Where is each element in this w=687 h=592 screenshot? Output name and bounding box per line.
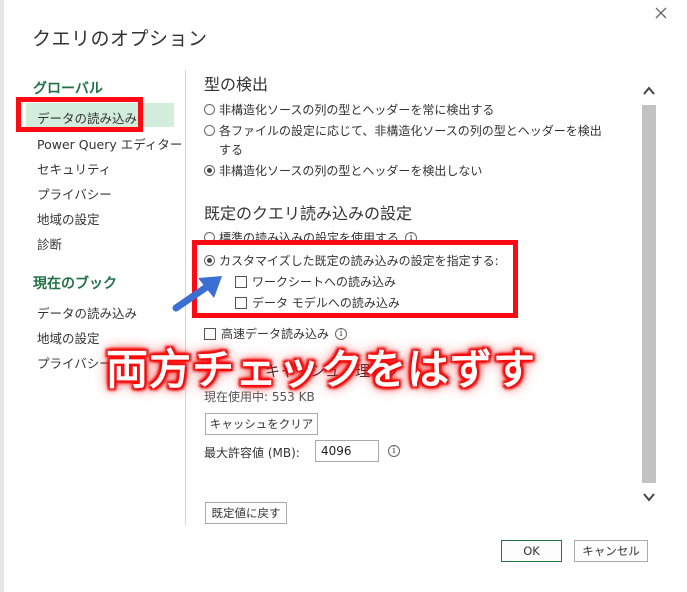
ok-button[interactable]: OK — [501, 540, 562, 562]
radio-button[interactable] — [204, 125, 215, 136]
type-detect-always-option[interactable]: 非構造化ソースの列の型とヘッダーを常に検出する — [204, 101, 494, 118]
chevron-up-icon[interactable] — [641, 84, 657, 98]
sidebar-item-power-query-editor[interactable]: Power Query エディター — [37, 134, 182, 153]
standard-load-option[interactable]: 標準の読み込みの設定を使用する i — [204, 229, 418, 246]
sidebar-item-book-privacy[interactable]: プライバシー — [37, 353, 112, 372]
radio-button-selected[interactable] — [204, 255, 215, 266]
default-load-title: 既定のクエリ読み込みの設定 — [204, 204, 413, 223]
type-detect-per-file-option-line2: する — [219, 143, 244, 157]
checkbox[interactable] — [235, 296, 247, 309]
type-detect-never-option[interactable]: 非構造化ソースの列の型とヘッダーを検出しない — [204, 162, 482, 179]
sidebar-item-privacy[interactable]: プライバシー — [37, 184, 112, 203]
query-options-dialog: クエリのオプション グローバル データの読み込み Power Query エディ… — [0, 0, 687, 592]
radio-button[interactable] — [204, 104, 215, 115]
sidebar-item-security[interactable]: セキュリティ — [37, 159, 111, 178]
sidebar-item-regional-settings[interactable]: 地域の設定 — [37, 209, 100, 228]
sidebar-item-book-regional-settings[interactable]: 地域の設定 — [37, 328, 100, 347]
info-icon: i — [405, 231, 418, 244]
datamodel-load-checkbox[interactable]: データ モデルへの読み込み — [235, 294, 400, 311]
max-cache-label: 最大許容値 (MB): — [204, 446, 300, 460]
radio-button-selected[interactable] — [204, 165, 215, 176]
close-icon[interactable] — [650, 2, 672, 24]
dialog-title: クエリのオプション — [32, 28, 208, 50]
checkbox[interactable] — [235, 275, 247, 288]
sidebar-item-global-data-load[interactable]: データの読み込み — [37, 108, 137, 127]
chevron-down-icon[interactable] — [641, 490, 657, 504]
worksheet-load-checkbox[interactable]: ワークシートへの読み込み — [235, 273, 396, 290]
radio-button[interactable] — [204, 232, 215, 243]
blue-arrow-icon — [172, 276, 222, 312]
clear-cache-button[interactable]: キャッシュをクリア — [205, 413, 318, 435]
annotation-text: 両方チェックをはずす — [106, 345, 537, 394]
sidebar-header-current-book: 現在のブック — [33, 276, 117, 292]
restore-defaults-button[interactable]: 既定値に戻す — [205, 502, 287, 524]
type-detection-title: 型の検出 — [204, 75, 269, 94]
window-edge — [0, 0, 4, 592]
sidebar-header-global: グローバル — [33, 81, 103, 97]
sidebar-item-diagnostics[interactable]: 診断 — [37, 234, 62, 253]
custom-load-option[interactable]: カスタマイズした既定の読み込みの設定を指定する: — [204, 252, 499, 269]
scrollbar-thumb[interactable] — [642, 105, 656, 483]
cancel-button[interactable]: キャンセル — [574, 540, 648, 562]
type-detect-per-file-option[interactable]: 各ファイルの設定に応じて、非構造化ソースの列の型とヘッダーを検出 — [204, 122, 602, 139]
sidebar-item-book-data-load[interactable]: データの読み込み — [37, 303, 137, 322]
max-cache-input[interactable]: 4096 — [315, 440, 379, 462]
info-icon: i — [388, 445, 400, 457]
